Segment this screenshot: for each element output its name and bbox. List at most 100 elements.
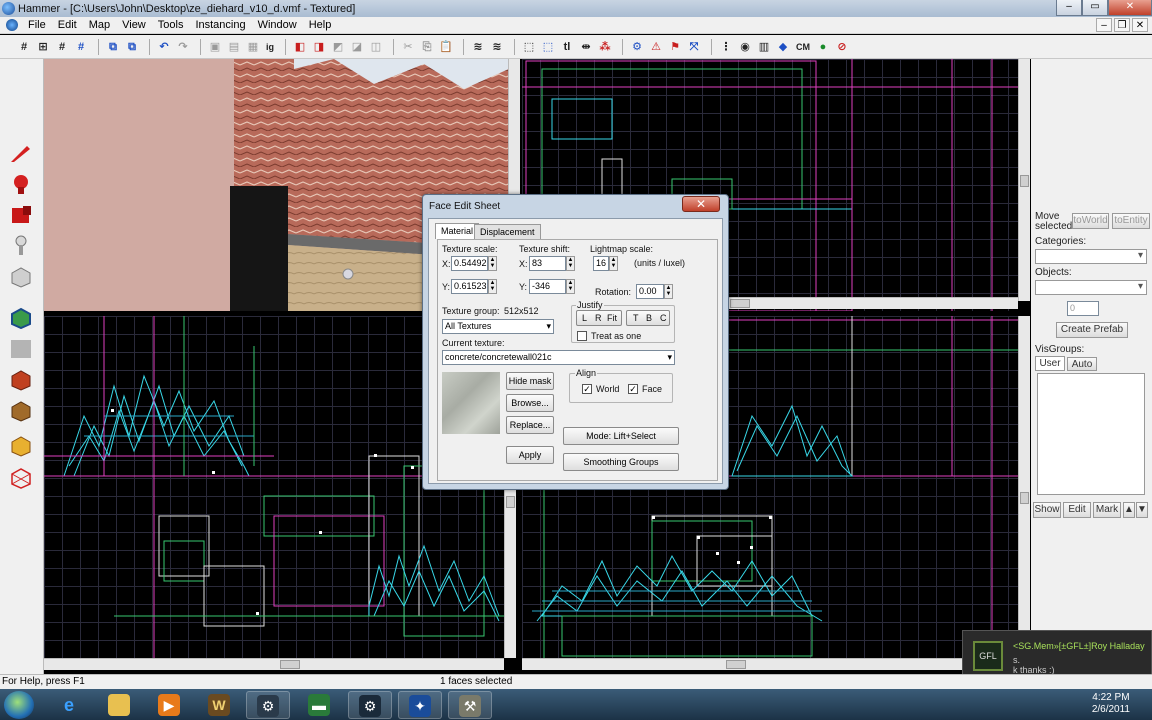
transform-icon[interactable]: ⤧ bbox=[686, 39, 702, 55]
to-world-button[interactable]: toWorld bbox=[1072, 213, 1109, 229]
current-texture-combo[interactable]: concrete/concretewall021c bbox=[442, 350, 675, 365]
overlay-tool[interactable] bbox=[5, 431, 37, 461]
undo-icon[interactable]: ↶ bbox=[156, 39, 172, 55]
tab-material[interactable]: Material bbox=[435, 223, 480, 239]
lightmap-icon[interactable]: ▥ bbox=[756, 39, 772, 55]
clipping-tool[interactable] bbox=[5, 396, 37, 426]
texture-group-combo[interactable]: All Textures bbox=[442, 319, 554, 334]
shift-y-spinner[interactable]: ▲ ▼ bbox=[566, 279, 575, 294]
browse-button[interactable]: Browse... bbox=[506, 394, 554, 412]
objects-combo[interactable] bbox=[1035, 280, 1147, 295]
menu-map[interactable]: Map bbox=[83, 19, 116, 31]
taskbar-ie[interactable]: e bbox=[48, 691, 92, 719]
camera-tool[interactable] bbox=[5, 200, 37, 230]
taskbar-terminal[interactable]: ▬ bbox=[298, 691, 342, 719]
group-icon[interactable]: ⧉ bbox=[105, 39, 121, 55]
lightmap-scale-spinner[interactable]: ▲ ▼ bbox=[609, 256, 618, 271]
dialog-close-button[interactable]: ✕ bbox=[682, 196, 720, 212]
create-prefab-button[interactable]: Create Prefab bbox=[1056, 322, 1128, 338]
hide-mask-button[interactable]: Hide mask bbox=[506, 372, 554, 390]
selection-box-icon[interactable]: ⬚ bbox=[521, 39, 537, 55]
justify-right-button[interactable]: R bbox=[595, 313, 602, 323]
smoothing-groups-button[interactable]: Smoothing Groups bbox=[563, 453, 679, 471]
grid-smaller-icon[interactable]: # bbox=[54, 39, 70, 55]
doc-minimize-button[interactable]: – bbox=[1096, 18, 1112, 32]
replace-button[interactable]: Replace... bbox=[506, 416, 554, 434]
overlay-icon[interactable]: ● bbox=[815, 39, 831, 55]
grid-3d-icon[interactable]: ⊞ bbox=[35, 39, 51, 55]
texture-tool[interactable] bbox=[5, 303, 37, 333]
texture-lock-icon[interactable]: ig bbox=[264, 39, 276, 55]
taskbar-hammer-2[interactable]: ⚒ bbox=[448, 691, 492, 719]
vertex-tool[interactable] bbox=[5, 463, 37, 493]
to-entity-button[interactable]: toEntity bbox=[1112, 213, 1150, 229]
tab-displacement[interactable]: Displacement bbox=[474, 224, 541, 239]
align-face-checkbox[interactable]: ✓ bbox=[628, 384, 638, 394]
categories-combo[interactable] bbox=[1035, 249, 1147, 264]
draw-toggle-icon[interactable]: ⊘ bbox=[834, 39, 850, 55]
shift-y-input[interactable]: -346 bbox=[529, 279, 566, 294]
scale-y-spinner[interactable]: ▲ ▼ bbox=[488, 279, 497, 294]
taskbar-steam-2[interactable]: ⚙ bbox=[348, 691, 392, 719]
scale-x-input[interactable]: 0.54492 bbox=[451, 256, 488, 271]
entity-tool[interactable] bbox=[5, 231, 37, 261]
mode-button[interactable]: Mode: Lift+Select bbox=[563, 427, 679, 445]
menu-tools[interactable]: Tools bbox=[152, 19, 190, 31]
cm-button[interactable]: CM bbox=[794, 39, 812, 55]
cut-icon[interactable]: ✂ bbox=[400, 39, 416, 55]
taskbar-explorer[interactable] bbox=[98, 691, 142, 719]
entity-props-icon[interactable]: ⚑ bbox=[667, 39, 683, 55]
tl-icon[interactable]: tl bbox=[559, 39, 575, 55]
autoselect-icon[interactable]: ⇹ bbox=[578, 39, 594, 55]
move-up-button[interactable]: ▲ bbox=[1123, 502, 1135, 518]
justify-fit-button[interactable]: Fit bbox=[607, 313, 617, 323]
start-button[interactable] bbox=[4, 691, 34, 719]
apply-texture-tool[interactable] bbox=[5, 334, 37, 364]
maximize-button[interactable]: ▭ bbox=[1082, 0, 1108, 16]
scale-y-input[interactable]: 0.61523 bbox=[451, 279, 488, 294]
decal-tool[interactable] bbox=[5, 365, 37, 395]
rotation-spinner[interactable]: ▲ ▼ bbox=[664, 284, 673, 299]
menu-instancing[interactable]: Instancing bbox=[189, 19, 251, 31]
shift-x-spinner[interactable]: ▲ ▼ bbox=[566, 256, 575, 271]
hollow-icon[interactable]: ◨ bbox=[311, 39, 327, 55]
grid-toggle-icon[interactable]: # bbox=[16, 39, 32, 55]
mark-button[interactable]: Mark bbox=[1093, 502, 1121, 518]
select-icon[interactable]: ⬚ bbox=[540, 39, 556, 55]
system-clock[interactable]: 4:22 PM 2/6/2011 bbox=[1092, 692, 1130, 716]
menu-view[interactable]: View bbox=[116, 19, 152, 31]
shift-x-input[interactable]: 83 bbox=[529, 256, 566, 271]
rotation-input[interactable]: 0.00 bbox=[636, 284, 664, 299]
texture-bar-alt-icon[interactable]: ≋ bbox=[489, 39, 505, 55]
hide-selection-icon[interactable]: ▣ bbox=[207, 39, 223, 55]
doc-close-button[interactable]: ✕ bbox=[1132, 18, 1148, 32]
justify-top-button[interactable]: T bbox=[633, 313, 639, 323]
justify-left-button[interactable]: L bbox=[582, 313, 587, 323]
side-vscroll[interactable] bbox=[1018, 316, 1030, 658]
texture-bar-icon[interactable]: ≋ bbox=[470, 39, 486, 55]
minimize-button[interactable]: – bbox=[1056, 0, 1082, 16]
visgroups-tab-user[interactable]: User bbox=[1035, 356, 1065, 371]
treat-as-one-checkbox[interactable] bbox=[577, 331, 587, 341]
side-hscroll[interactable] bbox=[522, 658, 1018, 670]
lightmap-scale-input[interactable]: 16 bbox=[593, 256, 609, 271]
ungroup-icon[interactable]: ⧉ bbox=[124, 39, 140, 55]
clip-icon[interactable]: ◩ bbox=[330, 39, 346, 55]
grid-larger-icon[interactable]: # bbox=[73, 39, 89, 55]
top-vscroll[interactable] bbox=[1018, 59, 1030, 301]
redo-icon[interactable]: ↷ bbox=[175, 39, 191, 55]
vertex-icon[interactable]: ◪ bbox=[349, 39, 365, 55]
taskbar-warcraft[interactable]: W bbox=[198, 691, 242, 719]
show-button[interactable]: Show bbox=[1033, 502, 1061, 518]
justify-bottom-button[interactable]: B bbox=[646, 313, 652, 323]
menu-help[interactable]: Help bbox=[303, 19, 338, 31]
check-problems-icon[interactable]: ⚠ bbox=[648, 39, 664, 55]
align-world-checkbox[interactable]: ✓ bbox=[582, 384, 592, 394]
ignore-groups-icon[interactable]: ▦ bbox=[245, 39, 261, 55]
taskbar-steam[interactable]: ⚙ bbox=[246, 691, 290, 719]
menu-edit[interactable]: Edit bbox=[52, 19, 83, 31]
justify-center-button[interactable]: C bbox=[660, 313, 667, 323]
carve-icon[interactable]: ◧ bbox=[292, 39, 308, 55]
run-map-icon[interactable]: ◉ bbox=[737, 39, 753, 55]
copy-icon[interactable]: ⎘ bbox=[419, 39, 435, 55]
